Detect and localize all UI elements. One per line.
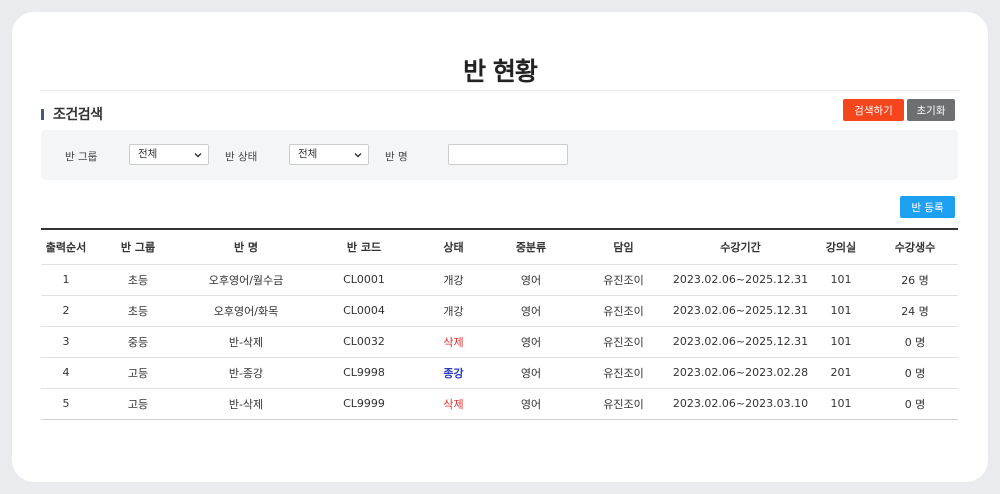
col-teacher: 담임 xyxy=(576,229,671,265)
col-category: 중분류 xyxy=(486,229,576,265)
cell-room: 101 xyxy=(810,326,872,358)
cell-code: CL0004 xyxy=(307,295,421,327)
table-row[interactable]: 3 중등 반-삭제 CL0032 삭제 영어 유진조이 2023.02.06~2… xyxy=(41,326,958,358)
register-class-button[interactable]: 반 등록 xyxy=(900,196,955,218)
cell-students: 24 명 xyxy=(872,295,958,327)
search-section-header: 조건검색 xyxy=(41,104,103,124)
cell-code: CL0001 xyxy=(307,264,421,296)
name-input[interactable] xyxy=(448,144,568,165)
search-filter-panel: 반 그룹 전체 반 상태 전체 반 명 xyxy=(41,130,958,180)
cell-name[interactable]: 반-삭제 xyxy=(185,388,307,420)
cell-group: 초등 xyxy=(91,264,185,296)
cell-period: 2023.02.06~2025.12.31 xyxy=(671,326,810,358)
cell-status: 삭제 xyxy=(421,388,486,420)
page-card: 반 현황 조건검색 검색하기 초기화 반 그룹 전체 반 상태 전체 반 명 반… xyxy=(12,12,988,482)
cell-group: 중등 xyxy=(91,326,185,358)
cell-code: CL9999 xyxy=(307,388,421,420)
cell-code: CL0032 xyxy=(307,326,421,358)
class-table: 출력순서 반 그룹 반 명 반 코드 상태 중분류 담임 수강기간 강의실 수강… xyxy=(41,228,958,420)
cell-category: 영어 xyxy=(486,264,576,296)
col-code: 반 코드 xyxy=(307,229,421,265)
cell-code: CL9998 xyxy=(307,357,421,389)
cell-status: 삭제 xyxy=(421,326,486,358)
cell-status: 종강 xyxy=(421,357,486,389)
reset-button[interactable]: 초기화 xyxy=(907,99,955,121)
status-label: 반 상태 xyxy=(225,151,258,163)
cell-students: 0 명 xyxy=(872,388,958,420)
col-name: 반 명 xyxy=(185,229,307,265)
cell-order: 3 xyxy=(41,326,91,358)
cell-group: 초등 xyxy=(91,295,185,327)
cell-teacher: 유진조이 xyxy=(576,388,671,420)
status-select[interactable]: 전체 xyxy=(289,144,369,165)
cell-teacher: 유진조이 xyxy=(576,326,671,358)
cell-name[interactable]: 반-삭제 xyxy=(185,326,307,358)
cell-room: 101 xyxy=(810,295,872,327)
col-status: 상태 xyxy=(421,229,486,265)
cell-status: 개강 xyxy=(421,295,486,327)
cell-teacher: 유진조이 xyxy=(576,357,671,389)
table-row[interactable]: 5 고등 반-삭제 CL9999 삭제 영어 유진조이 2023.02.06~2… xyxy=(41,388,958,420)
table-row[interactable]: 4 고등 반-종강 CL9998 종강 영어 유진조이 2023.02.06~2… xyxy=(41,357,958,389)
cell-category: 영어 xyxy=(486,357,576,389)
cell-name[interactable]: 오후영어/월수금 xyxy=(185,264,307,296)
cell-period: 2023.02.06~2023.02.28 xyxy=(671,357,810,389)
table-row[interactable]: 1 초등 오후영어/월수금 CL0001 개강 영어 유진조이 2023.02.… xyxy=(41,264,958,296)
group-select-value: 전체 xyxy=(138,148,158,160)
cell-room: 101 xyxy=(810,388,872,420)
cell-students: 0 명 xyxy=(872,357,958,389)
page-title: 반 현황 xyxy=(463,57,538,86)
cell-teacher: 유진조이 xyxy=(576,264,671,296)
cell-status: 개강 xyxy=(421,264,486,296)
search-section-title: 조건검색 xyxy=(53,107,103,123)
cell-order: 2 xyxy=(41,295,91,327)
title-divider xyxy=(41,90,959,91)
cell-room: 101 xyxy=(810,264,872,296)
chevron-down-icon xyxy=(354,153,362,158)
cell-name[interactable]: 오후영어/화목 xyxy=(185,295,307,327)
cell-teacher: 유진조이 xyxy=(576,295,671,327)
cell-category: 영어 xyxy=(486,295,576,327)
col-room: 강의실 xyxy=(810,229,872,265)
table-row[interactable]: 2 초등 오후영어/화목 CL0004 개강 영어 유진조이 2023.02.0… xyxy=(41,295,958,327)
cell-students: 26 명 xyxy=(872,264,958,296)
cell-order: 5 xyxy=(41,388,91,420)
cell-period: 2023.02.06~2025.12.31 xyxy=(671,295,810,327)
group-select[interactable]: 전체 xyxy=(129,144,209,165)
cell-students: 0 명 xyxy=(872,326,958,358)
cell-room: 201 xyxy=(810,357,872,389)
cell-category: 영어 xyxy=(486,388,576,420)
col-order: 출력순서 xyxy=(41,229,91,265)
cell-order: 1 xyxy=(41,264,91,296)
name-label: 반 명 xyxy=(385,151,408,163)
cell-group: 고등 xyxy=(91,388,185,420)
col-students: 수강생수 xyxy=(872,229,958,265)
cell-order: 4 xyxy=(41,357,91,389)
col-group: 반 그룹 xyxy=(91,229,185,265)
search-button[interactable]: 검색하기 xyxy=(843,99,904,121)
section-marker xyxy=(41,108,44,120)
cell-period: 2023.02.06~2025.12.31 xyxy=(671,264,810,296)
chevron-down-icon xyxy=(194,153,202,158)
table-header-row: 출력순서 반 그룹 반 명 반 코드 상태 중분류 담임 수강기간 강의실 수강… xyxy=(41,229,958,265)
col-period: 수강기간 xyxy=(671,229,810,265)
group-label: 반 그룹 xyxy=(65,151,98,163)
cell-period: 2023.02.06~2023.03.10 xyxy=(671,388,810,420)
cell-name[interactable]: 반-종강 xyxy=(185,357,307,389)
cell-group: 고등 xyxy=(91,357,185,389)
cell-category: 영어 xyxy=(486,326,576,358)
status-select-value: 전체 xyxy=(298,148,318,160)
